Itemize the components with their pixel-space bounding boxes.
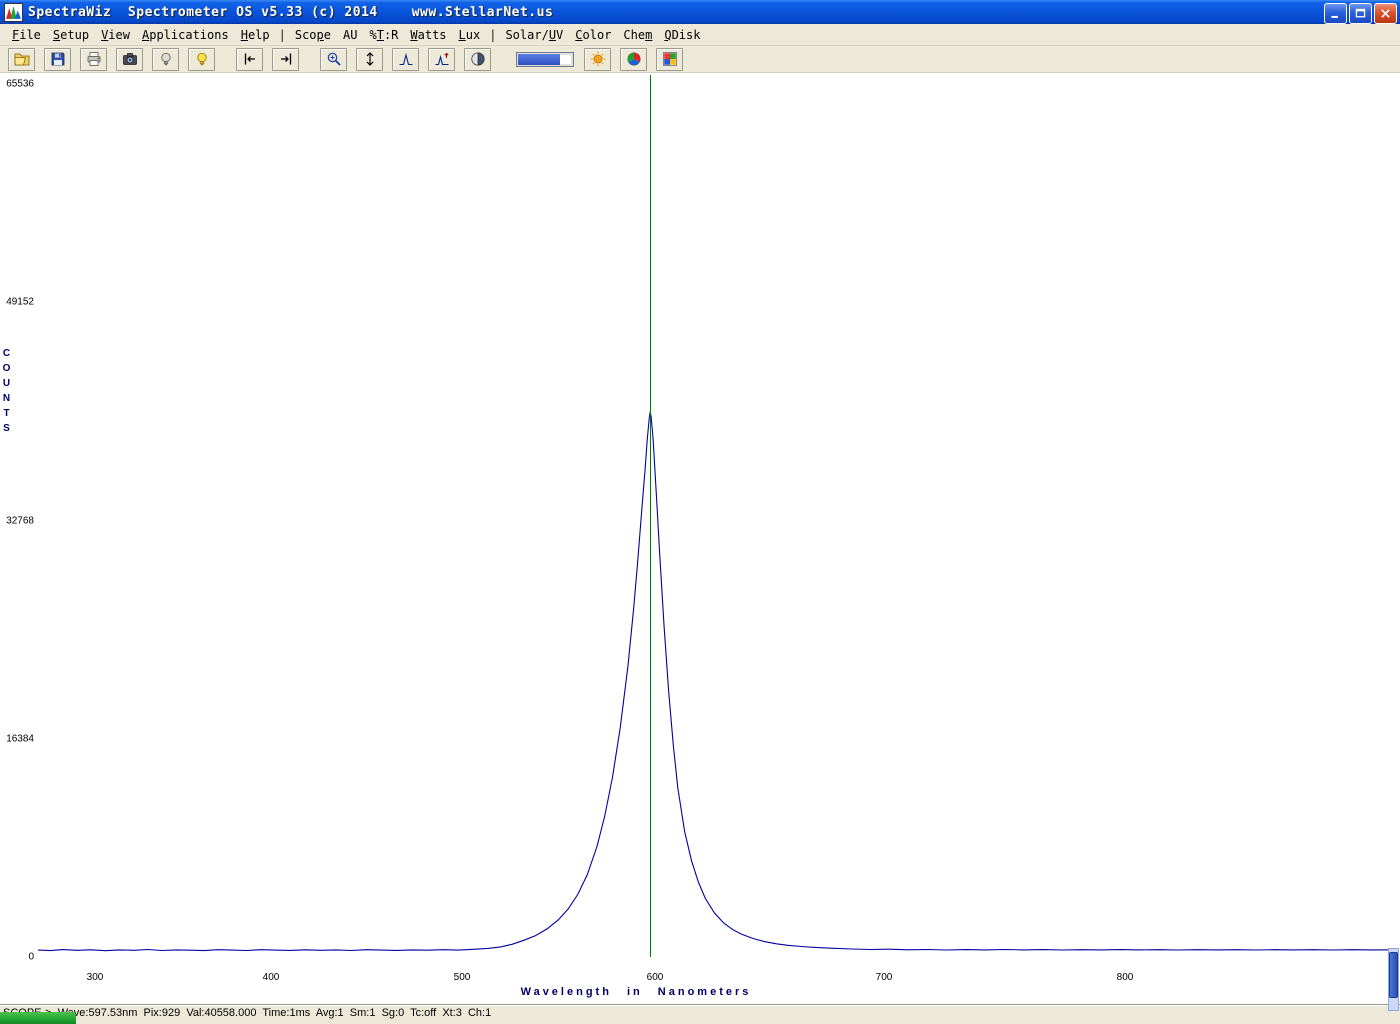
spectrum-chart: COUNTS 655364915232768163840 30040050060… — [0, 73, 1400, 1004]
goto-left-limit-button[interactable] — [236, 48, 263, 71]
y-tick-label: 16384 — [6, 734, 34, 745]
menu-transmission[interactable]: %T:R — [363, 26, 404, 44]
menu-bar: File Setup View Applications Help | Scop… — [0, 24, 1400, 46]
menu-separator: | — [486, 28, 499, 42]
menu-color[interactable]: Color — [569, 26, 617, 44]
y-axis-labels: 655364915232768163840 — [0, 84, 36, 957]
arrow-right-bar-icon — [278, 51, 294, 67]
half-disk-icon — [470, 51, 486, 67]
sun-icon — [590, 51, 606, 67]
status-bar: SCOPE-> Wave:597.53nm Pix:929 Val:40558.… — [0, 1004, 1400, 1024]
peak-icon — [398, 51, 414, 67]
x-tick-label: 300 — [87, 972, 104, 983]
minimize-button[interactable] — [1324, 3, 1347, 24]
peak-export-icon — [434, 51, 450, 67]
rgb-wheel-icon — [626, 51, 642, 67]
y-tick-label: 32768 — [6, 516, 34, 527]
detector-mode-button[interactable] — [464, 48, 491, 71]
menu-solar-uv[interactable]: Solar/UV — [499, 26, 569, 44]
x-axis-title: Wavelength in Nanometers — [521, 986, 752, 998]
menu-help[interactable]: Help — [235, 26, 276, 44]
title-bar[interactable]: SpectraWiz Spectrometer OS v5.33 (c) 201… — [0, 0, 1400, 24]
lamp-off-icon — [158, 51, 174, 67]
dark-reference-button[interactable] — [152, 48, 179, 71]
snapshot-button[interactable] — [116, 48, 143, 71]
acquisition-progress-bar — [516, 52, 574, 67]
peak-find-button[interactable] — [392, 48, 419, 71]
close-button[interactable] — [1374, 3, 1397, 24]
menu-view[interactable]: View — [95, 26, 136, 44]
brightness-button[interactable] — [584, 48, 611, 71]
scrollbar-thumb[interactable] — [1389, 952, 1398, 998]
lamp-on-icon — [194, 51, 210, 67]
x-tick-label: 400 — [263, 972, 280, 983]
wavelength-cursor-line[interactable] — [650, 75, 651, 957]
menu-separator: | — [276, 28, 289, 42]
x-tick-label: 600 — [647, 972, 664, 983]
save-floppy-icon — [50, 51, 66, 67]
x-tick-label: 500 — [454, 972, 471, 983]
print-button[interactable] — [80, 48, 107, 71]
folder-open-icon — [14, 51, 30, 67]
spectrawiz-window: SpectraWiz Spectrometer OS v5.33 (c) 201… — [0, 0, 1400, 1024]
progress-fill — [518, 54, 560, 65]
taskbar-start-fragment[interactable] — [0, 1012, 76, 1024]
tool-bar — [0, 46, 1400, 73]
menu-chem[interactable]: Chem — [617, 26, 658, 44]
zoom-button[interactable] — [320, 48, 347, 71]
goto-right-limit-button[interactable] — [272, 48, 299, 71]
menu-scope[interactable]: Scope — [289, 26, 337, 44]
y-tick-label: 0 — [28, 952, 34, 963]
maximize-button[interactable] — [1349, 3, 1372, 24]
camera-icon — [122, 51, 138, 67]
x-tick-label: 800 — [1117, 972, 1134, 983]
printer-icon — [86, 51, 102, 67]
zoom-in-icon — [326, 51, 342, 67]
x-tick-label: 700 — [876, 972, 893, 983]
menu-watts[interactable]: Watts — [404, 26, 452, 44]
window-title: SpectraWiz Spectrometer OS v5.33 (c) 201… — [28, 5, 378, 20]
autoscale-button[interactable] — [356, 48, 383, 71]
menu-au[interactable]: AU — [337, 26, 363, 44]
plot-area[interactable] — [38, 84, 1396, 957]
y-autoscale-icon — [362, 51, 378, 67]
vertical-scrollbar[interactable] — [1388, 948, 1399, 1011]
menu-applications[interactable]: Applications — [136, 26, 235, 44]
palette-button[interactable] — [656, 48, 683, 71]
menu-lux[interactable]: Lux — [453, 26, 487, 44]
color-measure-button[interactable] — [620, 48, 647, 71]
window-title-url: www.StellarNet.us — [412, 5, 554, 20]
menu-qdisk[interactable]: QDisk — [658, 26, 706, 44]
arrow-left-bar-icon — [242, 51, 258, 67]
y-tick-label: 49152 — [6, 297, 34, 308]
peak-export-button[interactable] — [428, 48, 455, 71]
app-logo-icon — [4, 3, 23, 22]
menu-file[interactable]: File — [6, 26, 47, 44]
spectrum-curve — [38, 84, 1396, 957]
y-tick-label: 65536 — [6, 79, 34, 90]
color-palette-icon — [662, 51, 678, 67]
save-button[interactable] — [44, 48, 71, 71]
menu-setup[interactable]: Setup — [47, 26, 95, 44]
open-button[interactable] — [8, 48, 35, 71]
light-reference-button[interactable] — [188, 48, 215, 71]
